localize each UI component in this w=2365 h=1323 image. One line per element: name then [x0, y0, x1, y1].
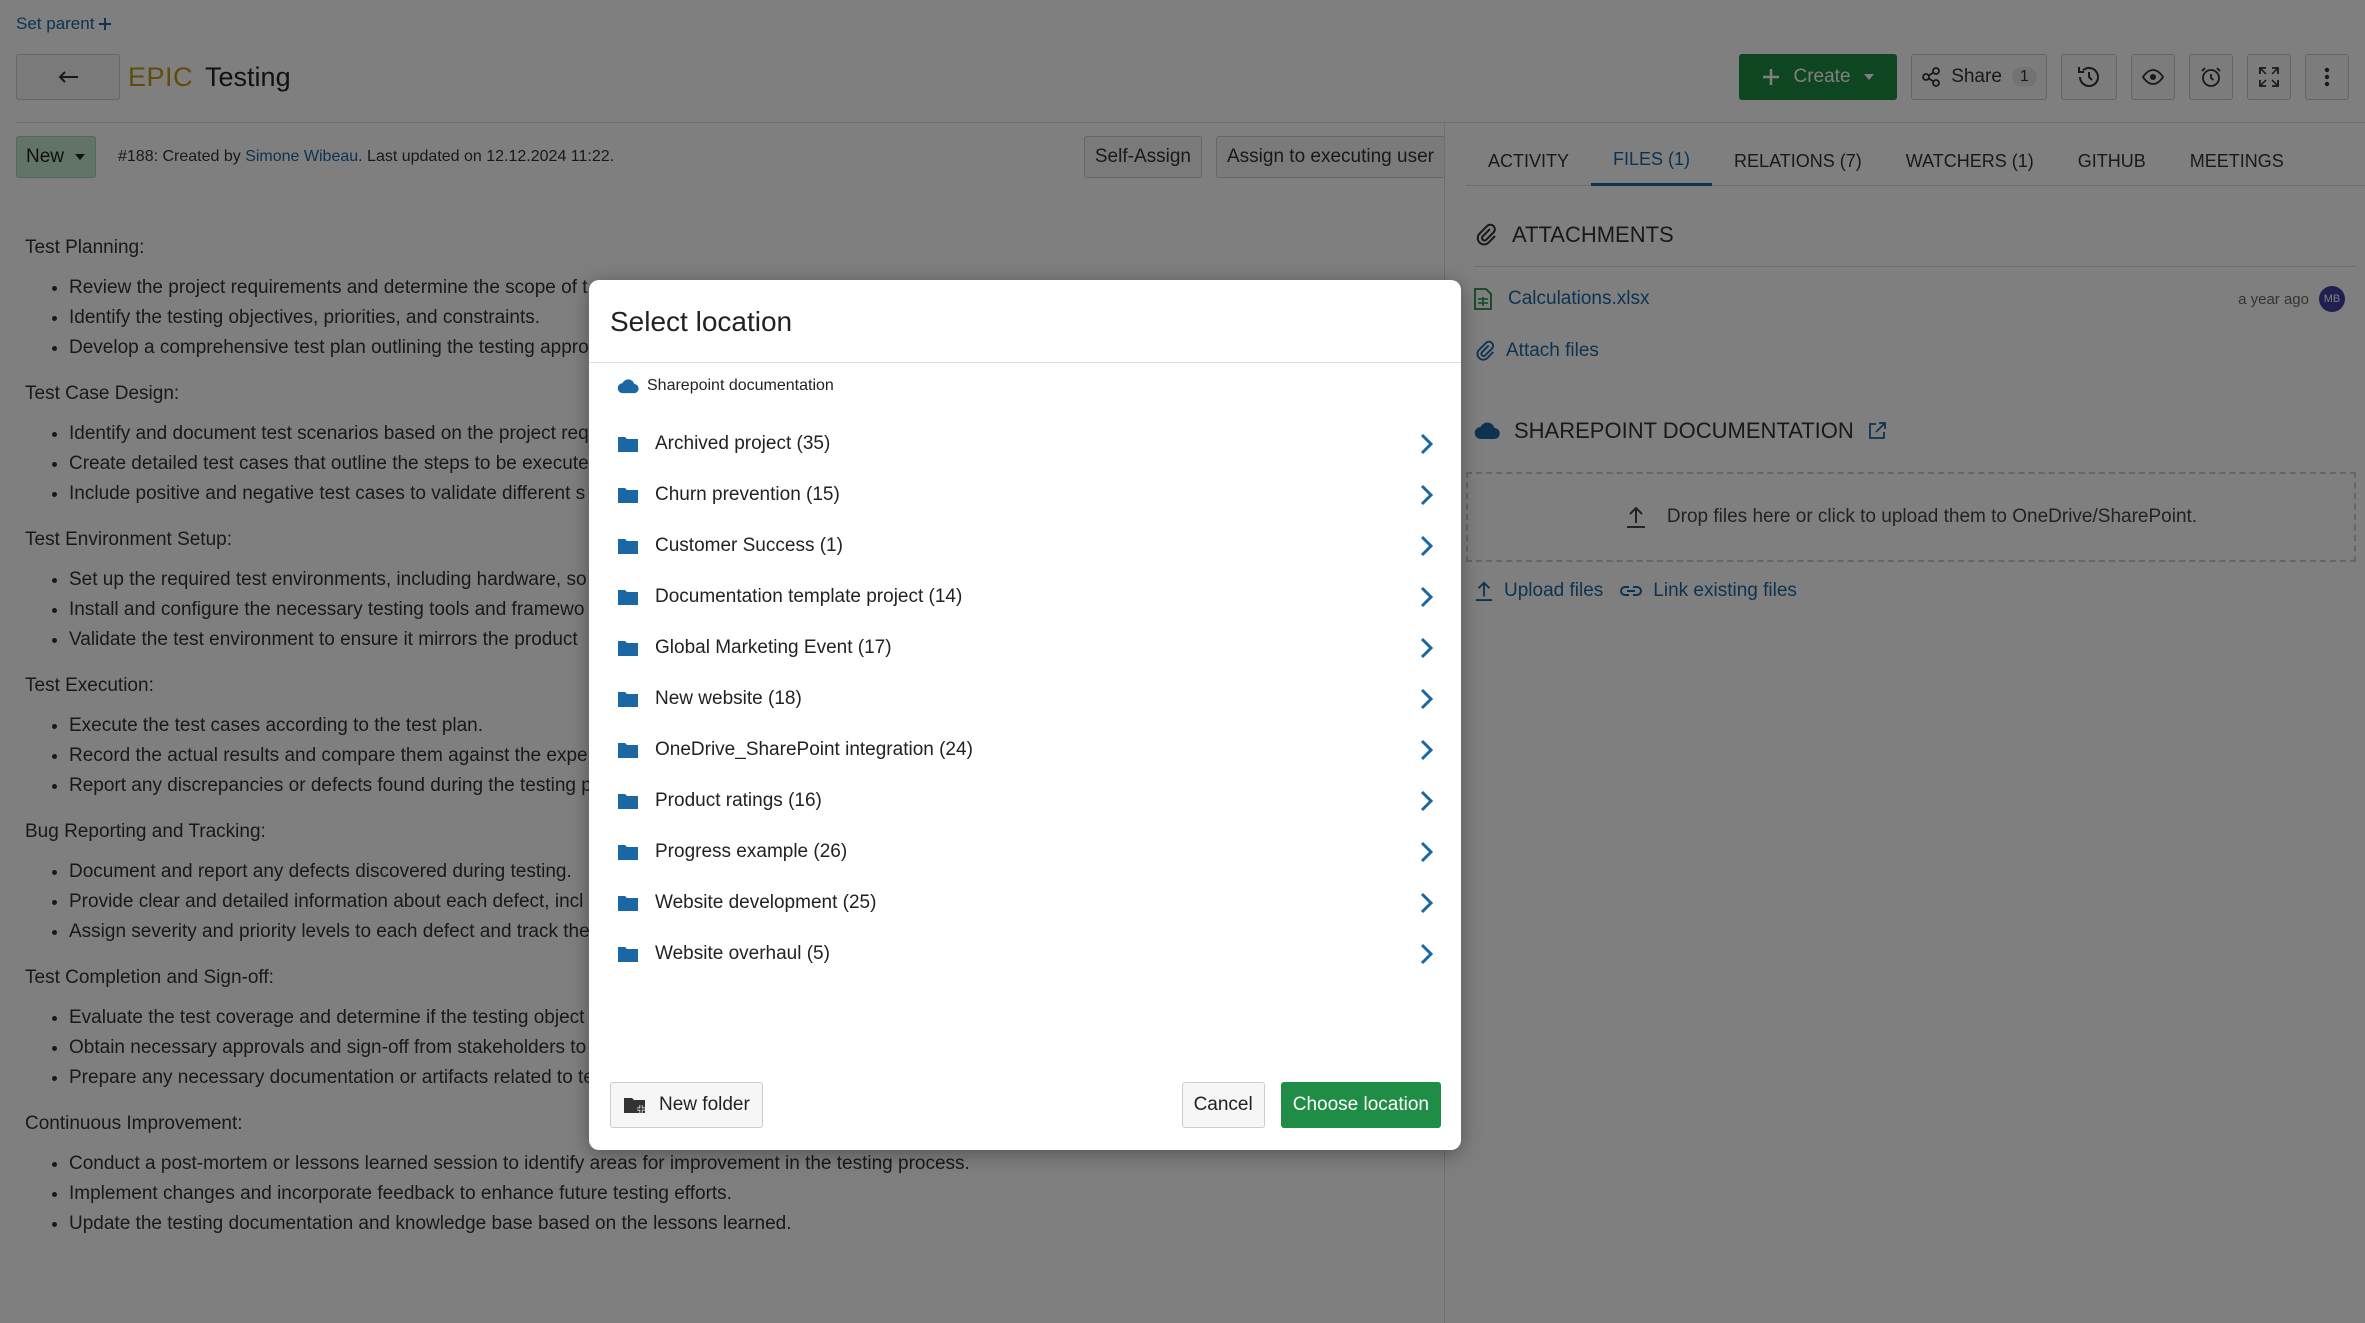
open-folder-button[interactable] — [1411, 786, 1441, 816]
folder-name: Customer Success (1) — [655, 534, 843, 556]
chevron-right-icon — [1420, 841, 1433, 862]
folder-icon — [618, 844, 638, 860]
folder-plus-icon — [624, 1098, 645, 1113]
folder-icon — [618, 691, 638, 707]
folder-row[interactable]: Product ratings (16) — [617, 775, 1441, 826]
folder-row[interactable]: New website (18) — [617, 673, 1441, 724]
chevron-right-icon — [1420, 790, 1433, 811]
folder-name: Product ratings (16) — [655, 789, 822, 811]
folder-row[interactable]: Global Marketing Event (17) — [617, 622, 1441, 673]
folder-name: Documentation template project (14) — [655, 585, 963, 607]
folder-icon — [618, 538, 638, 554]
folder-row[interactable]: Progress example (26) — [617, 826, 1441, 877]
new-folder-label: New folder — [659, 1094, 750, 1115]
folder-name: Archived project (35) — [655, 432, 831, 454]
open-folder-button[interactable] — [1411, 531, 1441, 561]
folder-name: Progress example (26) — [655, 840, 848, 862]
folder-icon — [618, 793, 638, 809]
folder-row[interactable]: Archived project (35) — [617, 418, 1441, 469]
chevron-right-icon — [1420, 637, 1433, 658]
chevron-right-icon — [1420, 739, 1433, 760]
folder-icon — [618, 946, 638, 962]
folder-row[interactable]: Website development (25) — [617, 877, 1441, 928]
open-folder-button[interactable] — [1411, 939, 1441, 969]
chevron-right-icon — [1420, 484, 1433, 505]
folder-list: Archived project (35) Churn prevention (1… — [617, 418, 1441, 979]
new-folder-button[interactable]: New folder — [610, 1082, 763, 1128]
folder-icon — [618, 436, 638, 452]
dialog-title: Select location — [610, 306, 793, 337]
chevron-right-icon — [1420, 433, 1433, 454]
folder-name: Churn prevention (15) — [655, 483, 840, 505]
folder-name: OneDrive_SharePoint integration (24) — [655, 738, 973, 760]
folder-name: Global Marketing Event (17) — [655, 636, 892, 658]
folder-name: Website overhaul (5) — [655, 942, 830, 964]
open-folder-button[interactable] — [1411, 684, 1441, 714]
chevron-right-icon — [1420, 586, 1433, 607]
folder-icon — [618, 640, 638, 656]
select-location-dialog: Select location Sharepoint documentation… — [589, 280, 1461, 1150]
cancel-button[interactable]: Cancel — [1181, 1082, 1265, 1128]
folder-icon — [618, 742, 638, 758]
folder-row[interactable]: Churn prevention (15) — [617, 469, 1441, 520]
open-folder-button[interactable] — [1411, 735, 1441, 765]
breadcrumb-label: Sharepoint documentation — [647, 377, 834, 394]
chevron-right-icon — [1420, 943, 1433, 964]
open-folder-button[interactable] — [1411, 837, 1441, 867]
chevron-right-icon — [1420, 688, 1433, 709]
choose-location-button[interactable]: Choose location — [1280, 1082, 1441, 1128]
folder-row[interactable]: Documentation template project (14) — [617, 571, 1441, 622]
open-folder-button[interactable] — [1411, 480, 1441, 510]
chevron-right-icon — [1420, 892, 1433, 913]
folder-icon — [618, 487, 638, 503]
open-folder-button[interactable] — [1411, 888, 1441, 918]
breadcrumb[interactable]: Sharepoint documentation — [617, 377, 834, 395]
dialog-divider — [589, 362, 1461, 363]
folder-icon — [618, 895, 638, 911]
folder-row[interactable]: Website overhaul (5) — [617, 928, 1441, 979]
cloud-icon — [617, 378, 639, 393]
folder-icon — [618, 589, 638, 605]
dialog-footer: New folder Cancel Choose location — [610, 1082, 1441, 1128]
folder-name: New website (18) — [655, 687, 802, 709]
open-folder-button[interactable] — [1411, 429, 1441, 459]
open-folder-button[interactable] — [1411, 633, 1441, 663]
folder-row[interactable]: OneDrive_SharePoint integration (24) — [617, 724, 1441, 775]
folder-row[interactable]: Customer Success (1) — [617, 520, 1441, 571]
open-folder-button[interactable] — [1411, 582, 1441, 612]
chevron-right-icon — [1420, 535, 1433, 556]
folder-name: Website development (25) — [655, 891, 877, 913]
